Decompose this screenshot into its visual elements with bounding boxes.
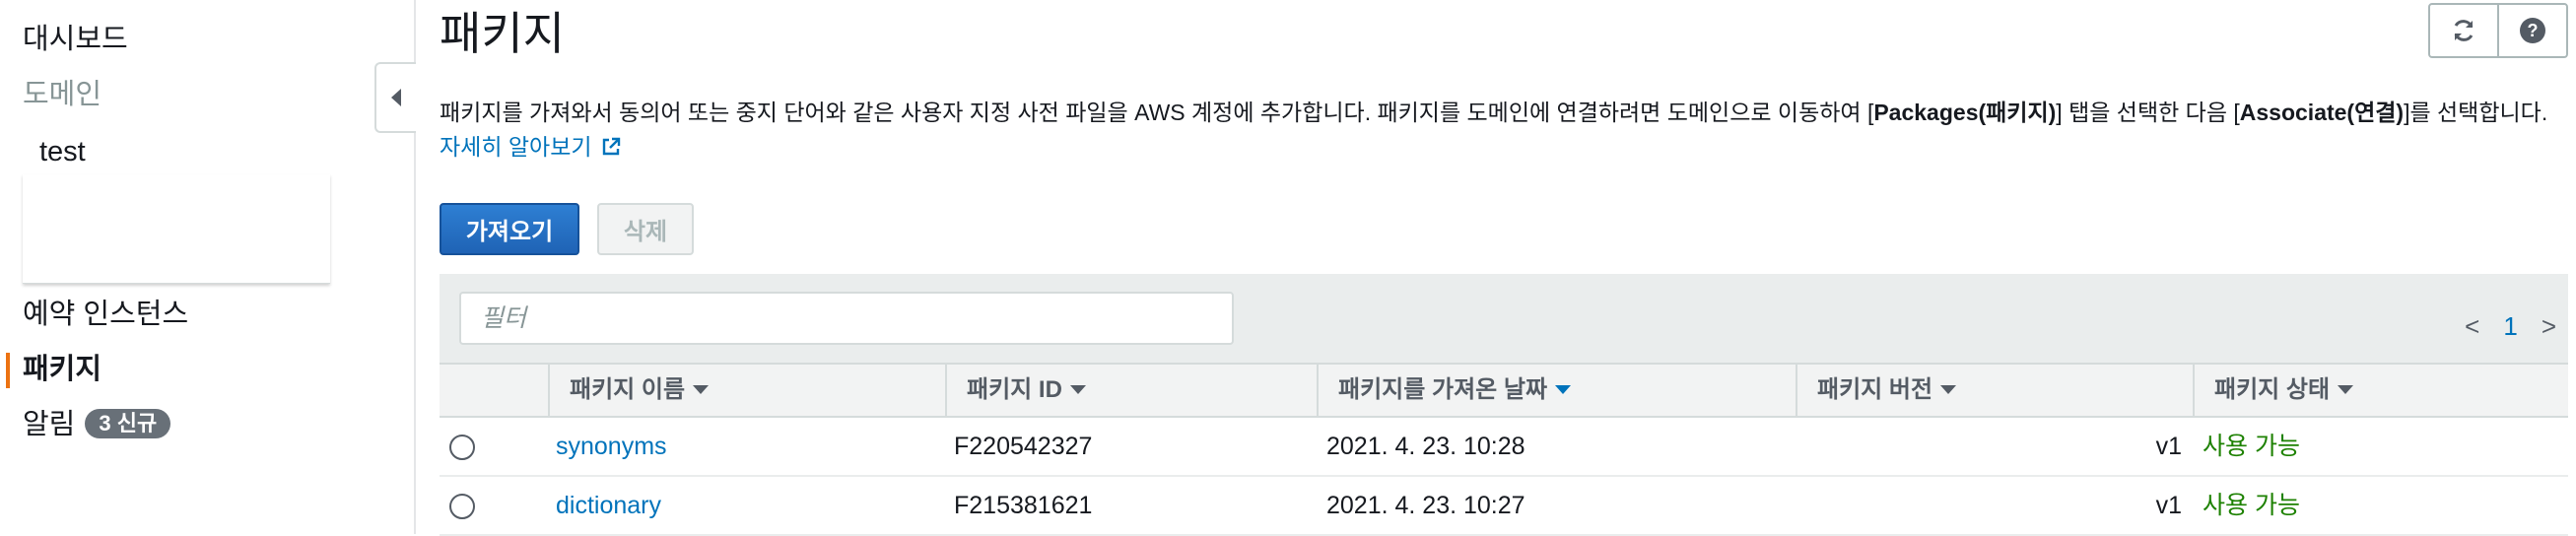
help-icon: ? — [2520, 18, 2545, 43]
learn-more-link[interactable]: 자세히 알아보기 — [440, 134, 622, 160]
column-header-package-status[interactable]: 패키지 상태 — [2193, 365, 2568, 416]
row-select-radio[interactable] — [449, 494, 475, 519]
column-label: 패키지를 가져온 날짜 — [1338, 376, 1548, 403]
svg-text:?: ? — [2528, 21, 2539, 40]
package-import-date: 2021. 4. 23. 10:28 — [1326, 433, 1525, 460]
description-text: ] 탭을 선택한 다음 [ — [2056, 100, 2240, 125]
row-select-radio[interactable] — [449, 435, 475, 460]
table-row[interactable]: dictionary F215381621 2021. 4. 23. 10:27… — [440, 477, 2568, 536]
package-name-link[interactable]: dictionary — [556, 477, 661, 534]
package-status: 사용 가능 — [2203, 433, 2300, 460]
package-import-date: 2021. 4. 23. 10:27 — [1326, 492, 1525, 519]
refresh-button[interactable] — [2428, 3, 2499, 58]
column-header-package-id[interactable]: 패키지 ID — [945, 365, 1317, 416]
column-label: 패키지 상태 — [2214, 376, 2331, 403]
external-link-icon — [602, 137, 620, 156]
previous-page-button[interactable]: < — [2465, 311, 2479, 341]
delete-package-button[interactable]: 삭제 — [597, 203, 694, 255]
active-item-marker — [6, 353, 10, 388]
column-header-package-version[interactable]: 패키지 버전 — [1796, 365, 2193, 416]
package-name-link[interactable]: synonyms — [556, 418, 667, 475]
column-label: 패키지 ID — [967, 376, 1062, 403]
sort-down-icon — [1940, 385, 1957, 394]
package-status: 사용 가능 — [2203, 492, 2300, 519]
table-row[interactable]: synonyms F220542327 2021. 4. 23. 10:28 v… — [440, 418, 2568, 477]
package-version: v1 — [2155, 492, 2182, 519]
description-text: ]를 선택합니다. — [2404, 100, 2548, 125]
package-version: v1 — [2155, 433, 2182, 460]
package-id: F215381621 — [954, 492, 1093, 519]
select-column-header — [440, 365, 548, 416]
domain-submenu-panel — [23, 174, 330, 284]
sort-down-icon — [2338, 385, 2354, 394]
page-description: 패키지를 가져와서 동의어 또는 중지 단어와 같은 사용자 지정 사전 파일을… — [440, 96, 2568, 165]
column-label: 패키지 이름 — [570, 376, 686, 403]
caret-left-icon — [391, 89, 401, 106]
page-title: 패키지 — [440, 8, 565, 59]
sidebar-item-label: 알림 — [23, 409, 76, 440]
sidebar-item-notifications[interactable]: 알림 3 신규 — [23, 407, 171, 442]
filter-input[interactable] — [459, 292, 1234, 345]
refresh-icon — [2454, 20, 2474, 41]
learn-more-label: 자세히 알아보기 — [440, 134, 592, 160]
table-toolbar: < 1 > — [440, 274, 2568, 363]
sidebar-item-reserved-instances[interactable]: 예약 인스턴스 — [23, 297, 188, 332]
sort-down-icon — [693, 385, 710, 394]
column-header-package-name[interactable]: 패키지 이름 — [548, 365, 945, 416]
collapse-sidebar-button[interactable] — [374, 62, 416, 133]
next-page-button[interactable]: > — [2542, 311, 2556, 341]
package-id: F220542327 — [954, 433, 1093, 460]
sidebar-item-domain[interactable]: 도메인 — [23, 77, 102, 112]
help-button[interactable]: ? — [2497, 3, 2568, 58]
packages-tab-reference: Packages(패키지) — [1873, 100, 2057, 125]
notification-badge: 3 신규 — [85, 409, 171, 438]
sidebar-item-test-domain[interactable]: test — [39, 134, 86, 169]
import-package-button[interactable]: 가져오기 — [440, 203, 579, 255]
column-header-import-date[interactable]: 패키지를 가져온 날짜 — [1317, 365, 1796, 416]
pagination: < 1 > — [2465, 311, 2556, 341]
sidebar-item-packages[interactable]: 패키지 — [23, 352, 102, 387]
sort-active-icon — [1555, 385, 1572, 394]
sidebar-item-dashboard[interactable]: 대시보드 — [23, 22, 128, 57]
associate-reference: Associate(연결) — [2239, 100, 2405, 125]
column-label: 패키지 버전 — [1817, 376, 1933, 403]
sort-down-icon — [1069, 385, 1086, 394]
sidebar: 대시보드 도메인 test 예약 인스턴스 패키지 알림 3 신규 — [0, 0, 416, 534]
page-number-button[interactable]: 1 — [2503, 311, 2517, 341]
description-text: 패키지를 가져와서 동의어 또는 중지 단어와 같은 사용자 지정 사전 파일을… — [440, 100, 1874, 125]
table-header: 패키지 이름 패키지 ID 패키지를 가져온 날짜 패키지 버전 패키지 상태 — [440, 363, 2568, 418]
